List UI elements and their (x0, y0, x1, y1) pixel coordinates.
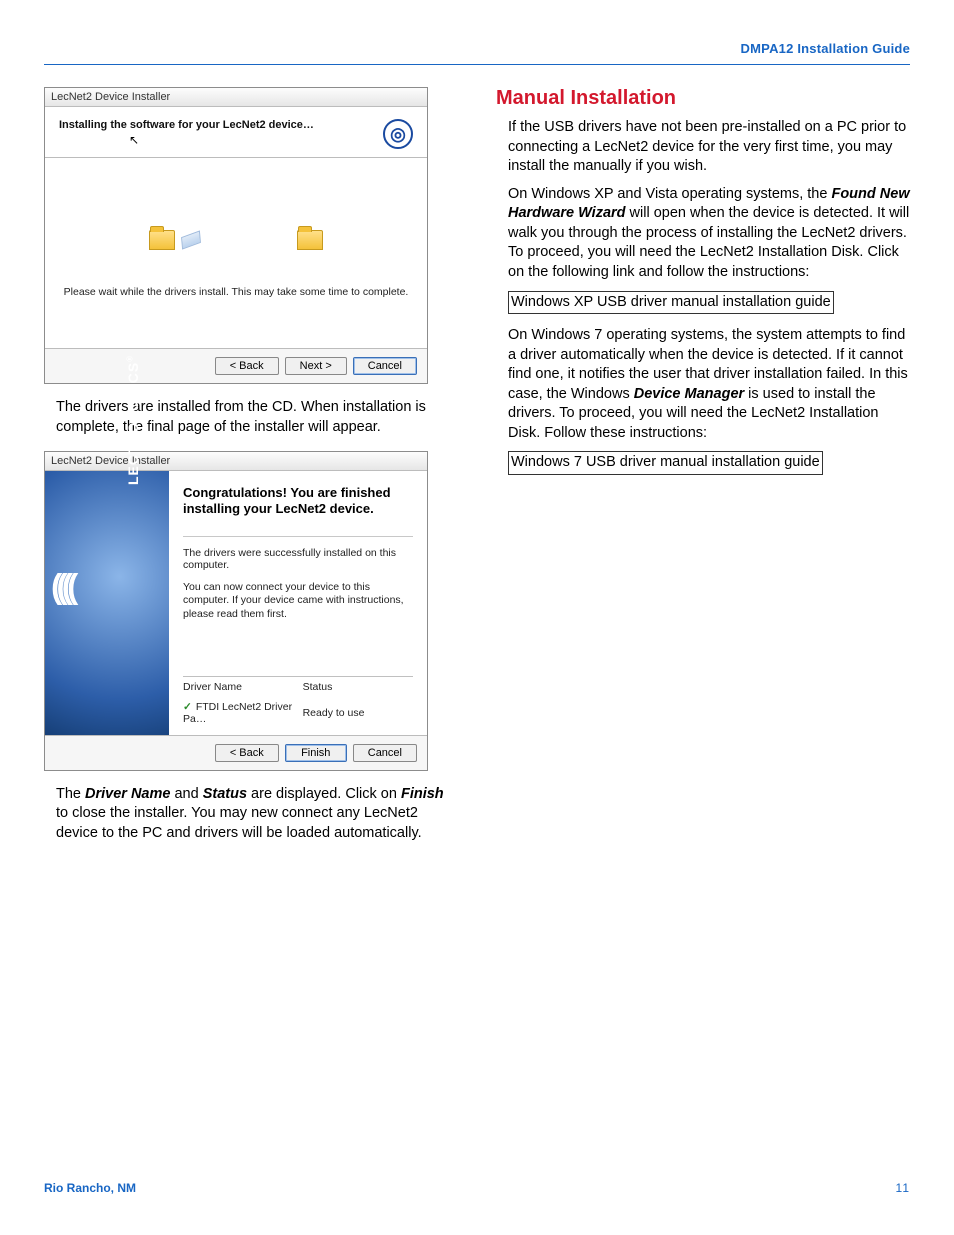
driver-name-cell: FTDI LecNet2 Driver Pa… (183, 701, 292, 725)
window-footer: < Back Finish Cancel (45, 735, 427, 770)
window-body: Please wait while the drivers install. T… (45, 158, 427, 348)
link-xp-guide[interactable]: Windows XP USB driver manual installatio… (508, 291, 834, 315)
section-heading: Manual Installation (496, 87, 910, 110)
back-button[interactable]: < Back (215, 744, 279, 762)
col-status: Status (303, 681, 413, 693)
right-column: Manual Installation If the USB drivers h… (496, 87, 910, 857)
window-side-banner: (((( LECTROSONICS® (45, 471, 169, 734)
left-paragraph-1: The drivers are installed from the CD. W… (56, 398, 458, 437)
back-button[interactable]: < Back (215, 357, 279, 375)
brand-arcs-icon: (((( (51, 577, 72, 597)
page-number: 11 (896, 1181, 910, 1195)
brand-spiral-icon: ◎ (383, 119, 413, 149)
page-footer: Rio Rancho, NM 11 (44, 1181, 910, 1195)
paper-plane-icon (181, 230, 201, 249)
installer-window-installing: LecNet2 Device Installer Installing the … (44, 87, 428, 384)
instruction-message: You can now connect your device to this … (183, 581, 413, 622)
install-animation (45, 230, 427, 250)
folder-source-icon (149, 230, 175, 250)
window-footer: < Back Next > Cancel (45, 348, 427, 383)
col-driver-name: Driver Name (183, 681, 303, 693)
left-paragraph-2: The Driver Name and Status are displayed… (56, 785, 458, 844)
window-titlebar: LecNet2 Device Installer (45, 88, 427, 107)
link-win7-guide[interactable]: Windows 7 USB driver manual installation… (508, 451, 823, 475)
window-main: Congratulations! You are finished instal… (169, 471, 427, 734)
table-header: Driver Name Status (183, 677, 413, 699)
header-title: DMPA12 Installation Guide (741, 41, 910, 56)
success-message: The drivers were successfully installed … (183, 547, 413, 571)
cursor-icon: ↖ (129, 133, 139, 147)
page-header: DMPA12 Installation Guide (44, 40, 910, 65)
status-cell: Ready to use (303, 707, 413, 719)
installer-window-finished: LecNet2 Device Installer (((( LECTROSONI… (44, 451, 428, 770)
window-titlebar: LecNet2 Device Installer (45, 452, 427, 471)
driver-table: Driver Name Status ✓FTDI LecNet2 Driver … (183, 676, 413, 727)
window-header: Installing the software for your LecNet2… (45, 107, 427, 158)
right-paragraph-3: On Windows 7 operating systems, the syst… (508, 326, 910, 443)
next-button[interactable]: Next > (285, 357, 347, 375)
footer-location: Rio Rancho, NM (44, 1181, 136, 1195)
cancel-button[interactable]: Cancel (353, 357, 417, 375)
installing-label: Installing the software for your LecNet2… (59, 119, 383, 131)
install-wait-message: Please wait while the drivers install. T… (45, 286, 427, 298)
right-paragraph-2: On Windows XP and Vista operating system… (508, 185, 910, 283)
check-icon: ✓ (183, 701, 192, 713)
cancel-button[interactable]: Cancel (353, 744, 417, 762)
right-paragraph-1: If the USB drivers have not been pre-ins… (508, 118, 910, 177)
left-column: LecNet2 Device Installer Installing the … (44, 87, 458, 857)
folder-dest-icon (297, 230, 323, 250)
window-body: (((( LECTROSONICS® Congratulations! You … (45, 471, 427, 734)
two-column-layout: LecNet2 Device Installer Installing the … (44, 87, 910, 857)
congrats-heading: Congratulations! You are finished instal… (183, 485, 413, 518)
finish-button[interactable]: Finish (285, 744, 347, 762)
brand-logo: (((( LECTROSONICS® (51, 555, 72, 581)
table-row: ✓FTDI LecNet2 Driver Pa… Ready to use (183, 699, 413, 727)
